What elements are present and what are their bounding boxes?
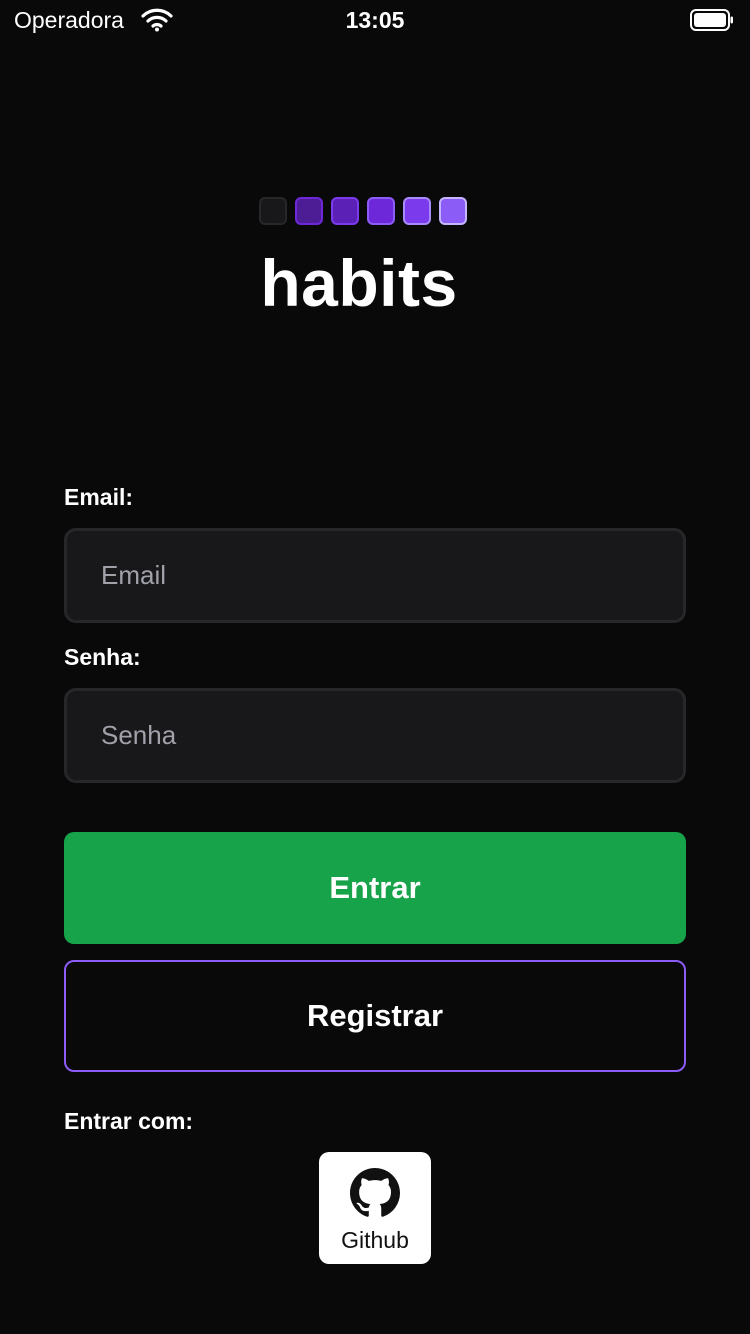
logo-square [403,197,431,225]
email-input[interactable] [64,528,686,623]
logo-square [295,197,323,225]
github-icon [350,1168,400,1217]
app-title: habits [260,246,458,320]
logo-square [367,197,395,225]
register-button[interactable]: Registrar [64,960,686,1072]
status-bar: Operadora 13:05 [0,0,750,40]
logo-square [259,197,287,225]
github-label: Github [341,1227,409,1253]
logo-square [439,197,467,225]
login-button[interactable]: Entrar [64,832,686,944]
password-label: Senha: [64,644,141,670]
battery-icon [690,9,733,31]
logo-squares [259,197,467,225]
password-input[interactable] [64,688,686,783]
social-login-heading: Entrar com: [64,1108,194,1134]
logo-square [331,197,359,225]
email-label: Email: [64,484,134,510]
github-login-button[interactable]: Github [319,1152,431,1264]
clock: 13:05 [345,7,405,33]
